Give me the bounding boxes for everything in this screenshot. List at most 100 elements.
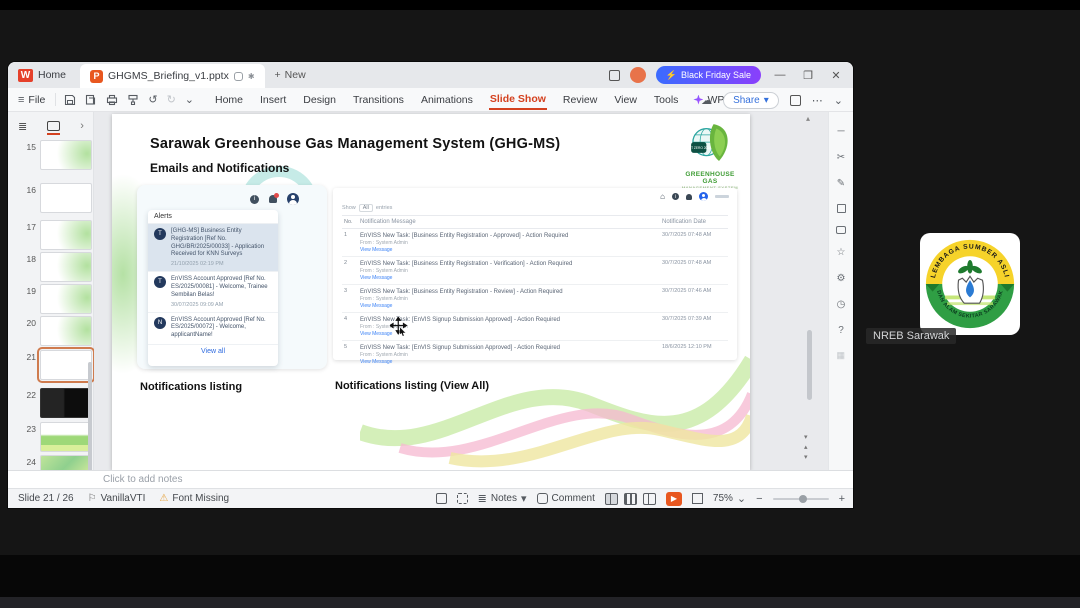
alert-time: 21/10/2025 02:19 PM <box>171 261 224 268</box>
apps-grid-icon[interactable]: ▦ <box>837 351 846 360</box>
single-page-icon[interactable] <box>435 493 447 504</box>
fit-slide-icon[interactable] <box>691 493 703 504</box>
outline-view-icon[interactable]: ≣ <box>18 120 27 133</box>
document-tab[interactable]: P GHGMS_Briefing_v1.pptx ✱ <box>80 64 265 88</box>
taskbar-strip <box>0 597 1080 608</box>
close-button[interactable]: ✕ <box>827 69 845 82</box>
tab-design[interactable]: Design <box>302 91 337 109</box>
file-menu[interactable]: ≡ File <box>8 94 55 106</box>
cloud-icon[interactable]: ☁ <box>701 94 712 107</box>
previous-slide-icon[interactable]: ▴ <box>804 444 808 451</box>
ribbon-layout-icon[interactable] <box>789 94 801 106</box>
bell-notification-icon <box>269 193 279 203</box>
zoom-level[interactable]: 75% ⌄ <box>713 492 746 505</box>
nreb-logo: LEMBAGA SUMBER ASLI DAN ALAM SEKITAR SAR… <box>924 238 1016 330</box>
thumbnail-23[interactable]: 23 <box>16 422 92 452</box>
wps-home-tab[interactable]: W Home <box>8 62 80 88</box>
slide-title: Sarawak Greenhouse Gas Management System… <box>150 136 561 152</box>
notes-toggle[interactable]: ≣ Notes ▾ <box>478 492 527 505</box>
scroll-up-icon[interactable]: ▴ <box>806 114 810 123</box>
window-tab-bar: W Home P GHGMS_Briefing_v1.pptx ✱ + New … <box>8 62 853 88</box>
zoom-slider[interactable] <box>772 494 829 503</box>
slide-view-icon[interactable] <box>47 121 61 135</box>
zoom-out-button[interactable]: − <box>756 493 762 505</box>
alerts-dropdown: Alerts T [GHG-MS] Business Entity Regist… <box>148 210 278 366</box>
tab-review[interactable]: Review <box>562 91 598 109</box>
print-preview-icon[interactable] <box>85 94 97 106</box>
exit-mode-icon[interactable] <box>456 493 468 504</box>
new-tab-button[interactable]: + New <box>265 69 316 81</box>
row-date: 30/7/2025 07:48 AM <box>662 232 712 238</box>
theme-indicator[interactable]: ⚐ VanillaVTI <box>88 493 146 504</box>
share-label: Share <box>733 94 760 106</box>
favorites-star-icon[interactable]: ☆ <box>837 247 846 260</box>
printer-icon[interactable] <box>106 94 118 106</box>
tab-insert[interactable]: Insert <box>259 91 287 109</box>
comment-bubble-icon <box>536 493 548 504</box>
thumbnail-15[interactable]: 15 <box>16 140 92 170</box>
user-avatar-icon <box>699 192 708 201</box>
notes-bar[interactable]: Click to add notes <box>8 470 853 488</box>
edit-icon[interactable]: ✎ <box>837 178 845 191</box>
tab-tools[interactable]: Tools <box>653 91 680 109</box>
thumbnail-scrollbar[interactable] <box>88 362 92 472</box>
comment-panel-icon[interactable] <box>836 226 846 234</box>
thumbnail-22[interactable]: 22 <box>16 388 92 418</box>
canvas-scrollbar[interactable] <box>807 330 812 400</box>
shapes-icon[interactable] <box>836 204 846 213</box>
alert-item-2: T EnVISS Account Approved [Ref No. ES/20… <box>148 272 278 313</box>
tools-icon[interactable]: ✂ <box>837 152 845 165</box>
thumbnail-16[interactable]: 16 <box>16 183 92 213</box>
share-chevron-icon: ▾ <box>763 94 769 106</box>
restore-button[interactable]: ❐ <box>799 69 817 82</box>
help-icon[interactable]: ? <box>838 325 844 338</box>
alerts-header: Alerts <box>148 210 278 224</box>
tab-animations[interactable]: Animations <box>420 91 474 109</box>
comment-label: Comment <box>551 493 595 504</box>
tab-transitions[interactable]: Transitions <box>352 91 405 109</box>
thumbnail-17[interactable]: 17 <box>16 220 92 250</box>
tab-view[interactable]: View <box>613 91 638 109</box>
more-options-icon[interactable]: ⋯ <box>812 94 823 107</box>
view-message-link: View Message <box>360 275 393 282</box>
reading-view-icon[interactable] <box>642 492 656 505</box>
zoom-in-button[interactable]: + <box>839 493 845 505</box>
font-missing-warning[interactable]: ⚠ Font Missing <box>159 493 229 504</box>
separate-window-icon[interactable] <box>608 69 620 81</box>
settings-icon[interactable]: ⚙ <box>837 273 846 286</box>
comment-button[interactable]: Comment <box>536 493 595 504</box>
home-icon: ⌂ <box>660 191 665 201</box>
share-button[interactable]: Share ▾ <box>723 91 779 109</box>
thumbnail-21-selected[interactable]: 21 <box>16 347 95 383</box>
notes-placeholder: Click to add notes <box>103 474 183 485</box>
slideshow-play-button[interactable]: ▶ <box>665 491 682 506</box>
slide-sorter-icon[interactable] <box>623 492 637 505</box>
tab-home[interactable]: Home <box>214 91 244 109</box>
minimize-button[interactable]: — <box>771 69 789 81</box>
normal-view-icon[interactable] <box>604 492 618 505</box>
save-icon[interactable] <box>64 94 76 106</box>
more-quick-icon[interactable]: ⌄ <box>185 93 194 106</box>
thumbnail-18[interactable]: 18 <box>16 252 92 282</box>
undo-icon[interactable]: ↺ <box>148 93 157 106</box>
move-cursor <box>390 317 408 337</box>
history-clock-icon[interactable]: ◷ <box>837 299 846 312</box>
alert-item-3: N EnVISS Account Approved [Ref No. ES/20… <box>148 313 278 344</box>
collapse-ribbon-icon[interactable]: ⌄ <box>834 94 843 107</box>
slide-21[interactable]: Sarawak Greenhouse Gas Management System… <box>112 114 750 470</box>
format-painter-icon[interactable] <box>127 94 139 106</box>
thumbnail-19[interactable]: 19 <box>16 284 92 314</box>
account-avatar[interactable] <box>629 67 646 83</box>
thumbnail-20[interactable]: 20 <box>16 316 92 346</box>
profile-avatar-icon <box>287 193 299 205</box>
next-slide-icon[interactable]: ▾ <box>804 454 808 461</box>
redo-icon[interactable]: ↻ <box>167 93 176 106</box>
ghgms-logo: NET ZERO 2050 GREENHOUSE GAS MANAGEMENT … <box>678 120 742 190</box>
collapse-icon[interactable]: ─ <box>837 126 844 139</box>
black-friday-sale-button[interactable]: ⚡ Black Friday Sale <box>655 66 761 84</box>
notes-chevron-icon: ▾ <box>521 493 527 505</box>
editing-canvas: Sarawak Greenhouse Gas Management System… <box>94 112 828 470</box>
scroll-down-icon[interactable]: ▾ <box>804 434 808 441</box>
tab-slide-show[interactable]: Slide Show <box>488 90 547 110</box>
expand-panel-icon[interactable]: › <box>80 120 84 132</box>
